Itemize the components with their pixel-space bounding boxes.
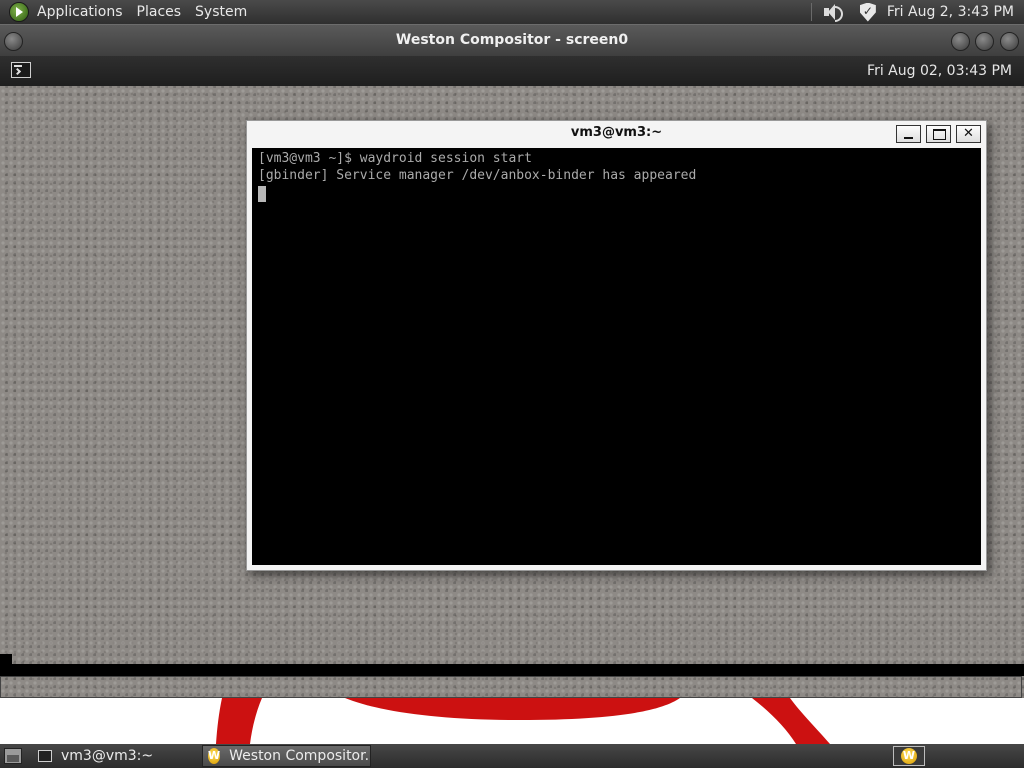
panel-clock[interactable]: Fri Aug 2, 3:43 PM: [885, 4, 1024, 20]
shield-icon[interactable]: [859, 2, 876, 22]
show-desktop-icon[interactable]: [4, 748, 22, 764]
system-tray: Fri Aug 2, 3:43 PM: [807, 0, 1024, 24]
desktop-bottom-strip: [0, 676, 1022, 698]
speaker-icon[interactable]: [822, 3, 844, 22]
terminal-launcher-icon[interactable]: [11, 62, 31, 78]
terminal-close-button[interactable]: [956, 125, 981, 143]
terminal-line: [vm3@vm3 ~]$ waydroid session start: [258, 151, 532, 166]
weston-clock: Fri Aug 02, 03:43 PM: [867, 63, 1012, 79]
minimize-button[interactable]: [951, 32, 970, 51]
close-button[interactable]: [1000, 32, 1019, 51]
terminal-minimize-button[interactable]: [896, 125, 921, 143]
terminal-window[interactable]: vm3@vm3:~ [vm3@vm3 ~]$ waydroid session …: [246, 120, 987, 571]
taskbar-item-weston[interactable]: W Weston Compositor...: [202, 745, 371, 767]
host-wallpaper: [0, 698, 1024, 744]
weston-panel: Fri Aug 02, 03:43 PM: [0, 56, 1024, 86]
menu-system[interactable]: System: [188, 0, 254, 24]
tray-waydroid-button[interactable]: W: [893, 746, 925, 766]
taskbar-item-label: vm3@vm3:~: [61, 748, 154, 764]
top-panel: Applications Places System Fri Aug 2, 3:…: [0, 0, 1024, 24]
maximize-button[interactable]: [975, 32, 994, 51]
main-menu: Applications Places System: [0, 0, 254, 24]
weston-desktop: Fri Aug 02, 03:43 PM vm3@vm3:~ [vm3@vm3 …: [0, 56, 1024, 698]
terminal-maximize-button[interactable]: [926, 125, 951, 143]
terminal-title[interactable]: vm3@vm3:~: [247, 121, 986, 147]
window-menu-button[interactable]: [4, 32, 23, 51]
bottom-taskbar: vm3@vm3:~ W Weston Compositor... W: [0, 744, 1024, 768]
menu-applications[interactable]: Applications: [30, 0, 130, 24]
terminal-line: [gbinder] Service manager /dev/anbox-bin…: [258, 168, 697, 183]
waydroid-icon: W: [208, 748, 221, 764]
taskbar-item-label: Weston Compositor...: [229, 748, 371, 764]
waydroid-icon: W: [901, 748, 917, 764]
applications-icon[interactable]: [9, 2, 29, 22]
terminal-icon: [38, 750, 52, 762]
menu-places[interactable]: Places: [130, 0, 189, 24]
desktop-notch: [0, 654, 12, 664]
terminal-cursor: [258, 186, 266, 202]
wallpaper-logo-image: [216, 698, 830, 744]
terminal-screen[interactable]: [vm3@vm3 ~]$ waydroid session start [gbin…: [252, 148, 981, 565]
desktop-bottom-bar: [0, 664, 1024, 676]
taskbar-item-terminal[interactable]: vm3@vm3:~: [33, 745, 198, 767]
tray-separator: [810, 3, 812, 21]
weston-window-titlebar[interactable]: Weston Compositor - screen0: [0, 24, 1024, 57]
weston-window-title: Weston Compositor - screen0: [395, 32, 629, 48]
